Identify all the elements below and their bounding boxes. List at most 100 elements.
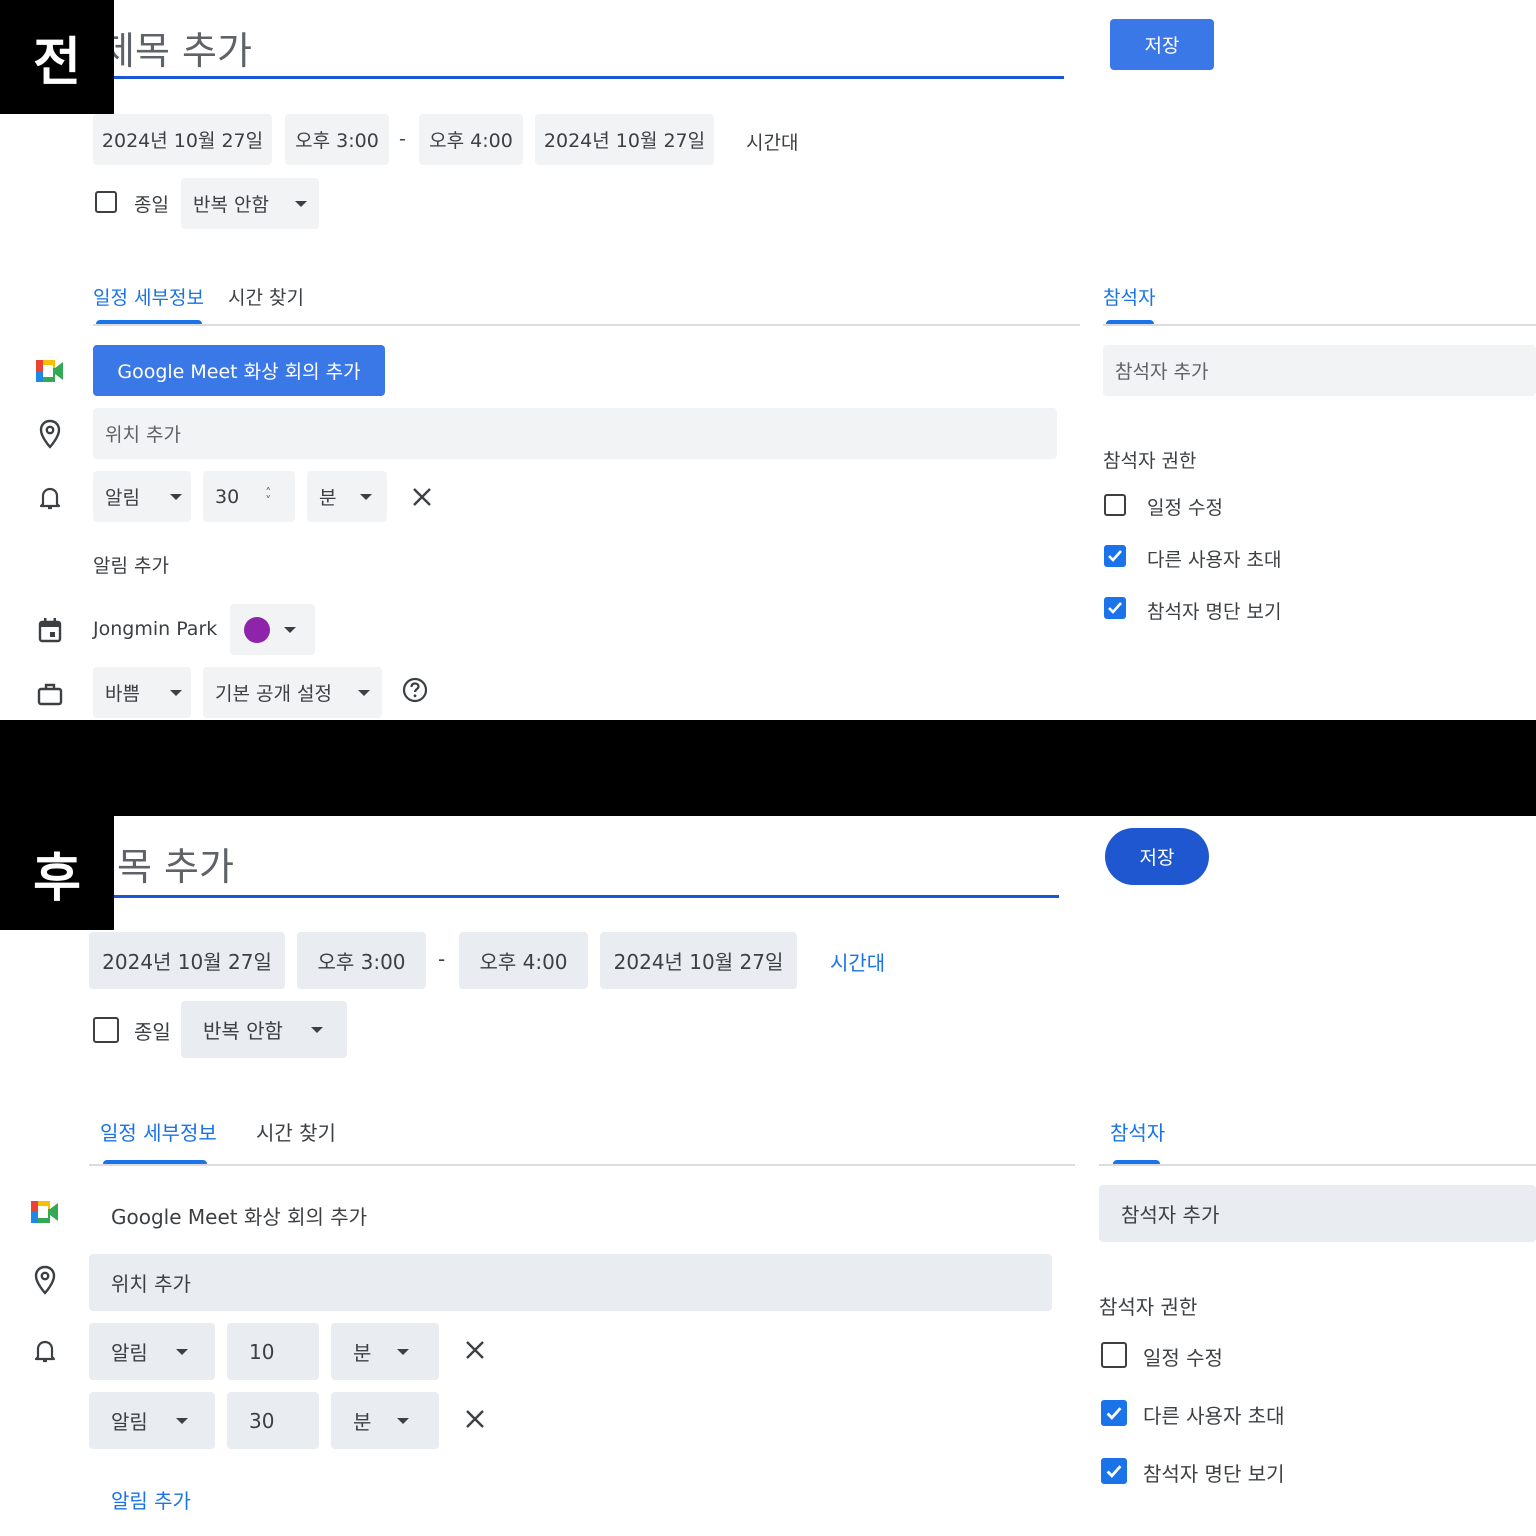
perm-modify-label: 일정 수정 xyxy=(1147,497,1223,519)
bell-icon xyxy=(31,1337,59,1365)
perm-invite-checkbox[interactable] xyxy=(1101,1400,1127,1426)
chevron-down-icon xyxy=(175,1348,188,1355)
perm-invite-checkbox[interactable] xyxy=(1104,545,1126,567)
notification-unit-label: 분 xyxy=(319,487,337,509)
location-input[interactable]: 위치 추가 xyxy=(93,408,1057,459)
google-meet-icon xyxy=(31,1198,59,1226)
briefcase-icon xyxy=(36,680,64,708)
notification-value: 30 xyxy=(215,485,240,508)
guests-divider xyxy=(1103,324,1536,326)
tabs-divider xyxy=(89,1164,1075,1166)
all-day-label: 종일 xyxy=(134,1020,171,1044)
chevron-down-icon xyxy=(397,1348,410,1355)
notification-unit-label: 분 xyxy=(353,1410,372,1434)
timezone-link[interactable]: 시간대 xyxy=(830,947,885,976)
close-icon[interactable] xyxy=(463,1407,487,1431)
timezone-link[interactable]: 시간대 xyxy=(746,128,798,155)
tab-event-details[interactable]: 일정 세부정보 xyxy=(93,283,204,310)
notification-value-input[interactable]: 30 xyxy=(227,1392,319,1449)
chevron-down-icon xyxy=(357,689,370,696)
notification-value-input[interactable]: 10 xyxy=(227,1323,319,1380)
availability-dropdown[interactable]: 바쁨 xyxy=(93,667,191,718)
help-icon[interactable] xyxy=(401,676,429,704)
add-notification-link[interactable]: 알림 추가 xyxy=(93,551,169,578)
google-meet-button[interactable]: Google Meet 화상 회의 추가 xyxy=(111,1201,367,1230)
time-range-dash: - xyxy=(438,947,446,971)
title-underline xyxy=(82,895,1059,898)
location-pin-icon xyxy=(36,418,64,450)
google-meet-icon xyxy=(36,357,64,385)
repeat-dropdown[interactable]: 반복 안함 xyxy=(181,1001,347,1058)
checkmark-icon xyxy=(1106,1406,1122,1420)
after-badge: 후 xyxy=(0,816,114,930)
location-input[interactable]: 위치 추가 xyxy=(89,1254,1052,1311)
all-day-checkbox[interactable] xyxy=(93,1017,119,1043)
notification-value-stepper[interactable]: 30 ˄ ˅ xyxy=(203,471,295,522)
repeat-label: 반복 안함 xyxy=(193,194,269,216)
tab-guests[interactable]: 참석자 xyxy=(1103,283,1155,310)
notification-unit-label: 분 xyxy=(353,1341,372,1365)
visibility-dropdown[interactable]: 기본 공개 설정 xyxy=(203,667,382,718)
after-panel: 제목 추가 후 저장 2024년 10월 27일 오후 3:00 - 오후 4:… xyxy=(0,816,1536,1536)
google-meet-button[interactable]: Google Meet 화상 회의 추가 xyxy=(93,345,385,396)
add-guests-input[interactable]: 참석자 추가 xyxy=(1099,1185,1536,1242)
perm-invite-label: 다른 사용자 초대 xyxy=(1143,1404,1285,1428)
save-button[interactable]: 저장 xyxy=(1110,19,1214,70)
calendar-owner-name: Jongmin Park xyxy=(93,618,218,640)
start-time-chip[interactable]: 오후 3:00 xyxy=(285,114,389,165)
title-underline xyxy=(100,76,1064,79)
notification-type-label: 알림 xyxy=(111,1410,148,1434)
checkmark-icon xyxy=(1108,602,1122,614)
spinner-arrows-icon[interactable]: ˄ ˅ xyxy=(265,487,271,507)
perm-modify-checkbox[interactable] xyxy=(1101,1342,1127,1368)
title-input[interactable]: 제목 추가 xyxy=(100,20,252,75)
close-icon[interactable] xyxy=(410,485,434,509)
color-swatch xyxy=(244,616,270,643)
all-day-checkbox[interactable] xyxy=(95,191,117,213)
notification-type-label: 알림 xyxy=(105,487,140,509)
tab-find-time[interactable]: 시간 찾기 xyxy=(228,283,304,310)
before-badge: 전 xyxy=(0,0,114,114)
calendar-color-dropdown[interactable] xyxy=(230,604,315,655)
end-date-chip[interactable]: 2024년 10월 27일 xyxy=(600,932,797,989)
perm-invite-label: 다른 사용자 초대 xyxy=(1147,549,1282,571)
notification-type-label: 알림 xyxy=(111,1341,148,1365)
notification-unit-dropdown[interactable]: 분 xyxy=(331,1323,439,1380)
guest-permissions-title: 참석자 권한 xyxy=(1099,1295,1198,1319)
chevron-down-icon xyxy=(175,1417,188,1424)
perm-see-list-label: 참석자 명단 보기 xyxy=(1143,1462,1285,1486)
notification-type-dropdown[interactable]: 알림 xyxy=(89,1323,215,1380)
location-pin-icon xyxy=(31,1264,59,1296)
end-time-chip[interactable]: 오후 4:00 xyxy=(419,114,523,165)
notification-unit-dropdown[interactable]: 분 xyxy=(307,471,387,522)
tab-find-time[interactable]: 시간 찾기 xyxy=(256,1117,336,1146)
add-notification-link[interactable]: 알림 추가 xyxy=(111,1485,191,1514)
start-date-chip[interactable]: 2024년 10월 27일 xyxy=(93,114,272,165)
perm-modify-checkbox[interactable] xyxy=(1104,494,1126,516)
repeat-label: 반복 안함 xyxy=(203,1019,283,1043)
repeat-dropdown[interactable]: 반복 안함 xyxy=(181,178,319,229)
add-guests-input[interactable]: 참석자 추가 xyxy=(1103,345,1536,396)
notification-type-dropdown[interactable]: 알림 xyxy=(89,1392,215,1449)
perm-see-list-checkbox[interactable] xyxy=(1104,597,1126,619)
notification-type-dropdown[interactable]: 알림 xyxy=(93,471,191,522)
tab-event-details[interactable]: 일정 세부정보 xyxy=(100,1117,217,1146)
notification-unit-dropdown[interactable]: 분 xyxy=(331,1392,439,1449)
save-button[interactable]: 저장 xyxy=(1105,828,1209,885)
bell-icon xyxy=(36,484,64,512)
chevron-down-icon xyxy=(169,493,182,500)
tab-guests[interactable]: 참석자 xyxy=(1110,1117,1165,1146)
perm-see-list-label: 참석자 명단 보기 xyxy=(1147,601,1282,623)
start-date-chip[interactable]: 2024년 10월 27일 xyxy=(89,932,285,989)
tabs-divider xyxy=(93,324,1080,326)
end-time-chip[interactable]: 오후 4:00 xyxy=(459,932,588,989)
guest-permissions-title: 참석자 권한 xyxy=(1103,450,1197,472)
visibility-label: 기본 공개 설정 xyxy=(215,683,332,705)
checkmark-icon xyxy=(1108,550,1122,562)
end-date-chip[interactable]: 2024년 10월 27일 xyxy=(535,114,714,165)
perm-see-list-checkbox[interactable] xyxy=(1101,1458,1127,1484)
start-time-chip[interactable]: 오후 3:00 xyxy=(297,932,426,989)
all-day-label: 종일 xyxy=(134,194,169,216)
chevron-down-icon xyxy=(397,1417,410,1424)
close-icon[interactable] xyxy=(463,1338,487,1362)
